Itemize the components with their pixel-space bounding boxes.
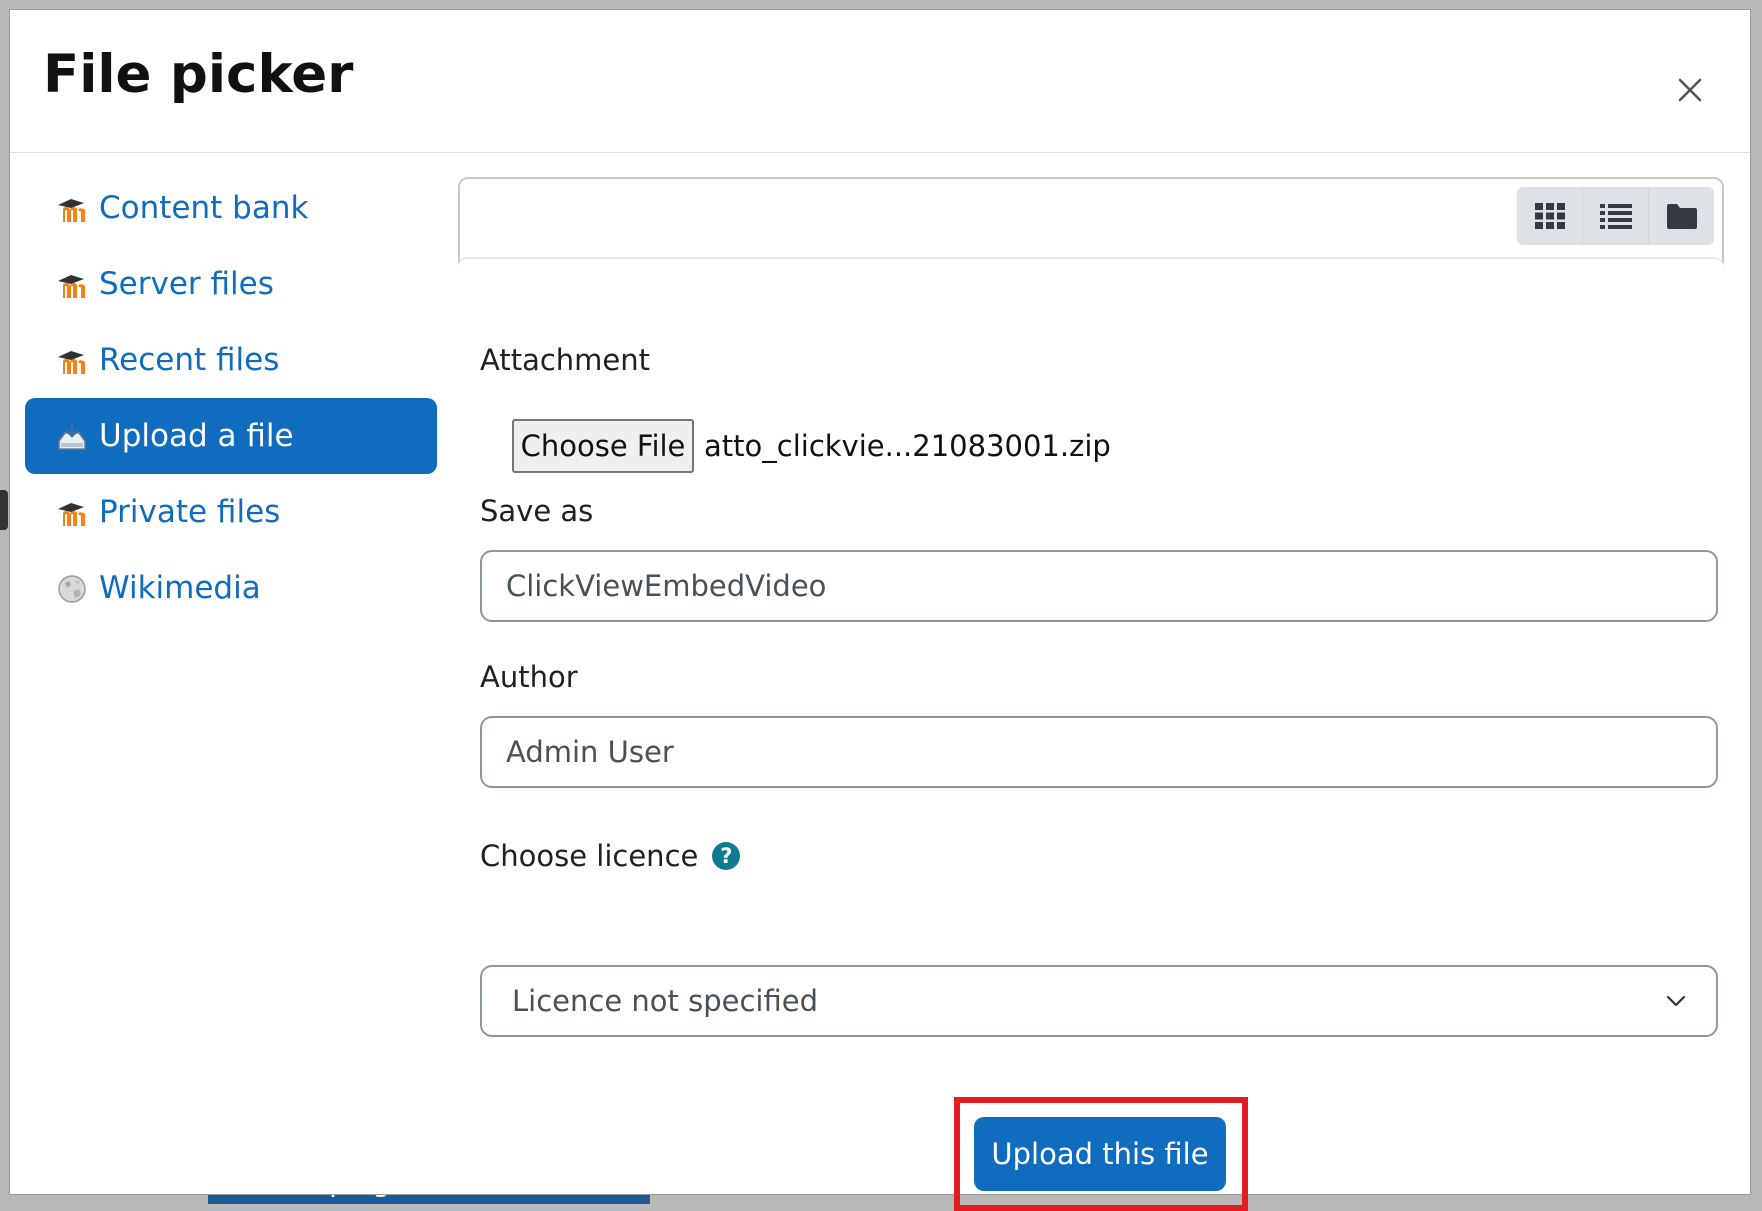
save-as-label: Save as	[480, 494, 594, 528]
upload-icon	[55, 419, 89, 453]
sidebar-item-upload-a-file[interactable]: Upload a file	[25, 398, 437, 474]
file-picker-dialog: File picker Content bank Server files Re…	[9, 9, 1751, 1211]
licence-select[interactable]: Licence not specified	[480, 965, 1718, 1037]
choose-file-button[interactable]: Choose File	[512, 419, 694, 473]
save-as-input[interactable]	[480, 550, 1718, 622]
grid-icon	[1534, 203, 1565, 229]
sidebar-item-server-files[interactable]: Server files	[25, 246, 437, 322]
sidebar-item-label: Server files	[99, 266, 274, 302]
author-label: Author	[480, 660, 578, 694]
dialog-header: File picker	[10, 10, 1750, 153]
chevron-down-icon	[1666, 995, 1686, 1007]
background-page-edge	[0, 490, 8, 530]
moodle-icon	[55, 343, 89, 377]
folder-icon	[1666, 204, 1697, 229]
view-toolbar	[1517, 187, 1714, 245]
globe-icon	[55, 571, 89, 605]
list-icon	[1599, 204, 1632, 229]
moodle-icon	[55, 495, 89, 529]
upload-this-file-button[interactable]: Upload this file	[974, 1117, 1226, 1191]
moodle-icon	[55, 191, 89, 225]
selected-file-name: atto_clickvie...21083001.zip	[704, 429, 1111, 463]
repository-content: Attachment Choose File atto_clickvie...2…	[458, 177, 1724, 1211]
sidebar-item-label: Upload a file	[99, 418, 294, 454]
tree-view-button[interactable]	[1648, 187, 1714, 245]
licence-select-value: Licence not specified	[512, 984, 818, 1018]
icons-view-button[interactable]	[1517, 187, 1582, 245]
close-button[interactable]	[1666, 66, 1714, 114]
sidebar-item-label: Recent files	[99, 342, 280, 378]
licence-label: Choose licence	[480, 839, 699, 873]
repository-sidebar: Content bank Server files Recent files U…	[25, 170, 437, 626]
author-input[interactable]	[480, 716, 1718, 788]
list-view-button[interactable]	[1582, 187, 1648, 245]
help-icon[interactable]: ?	[712, 842, 741, 870]
licence-label-row: Choose licence?	[480, 839, 741, 873]
sidebar-item-label: Private files	[99, 494, 281, 530]
attachment-label: Attachment	[480, 343, 651, 377]
sidebar-item-private-files[interactable]: Private files	[25, 474, 437, 550]
upload-form: Attachment Choose File atto_clickvie...2…	[458, 257, 1724, 1211]
sidebar-item-recent-files[interactable]: Recent files	[25, 322, 437, 398]
sidebar-item-label: Content bank	[99, 190, 309, 226]
sidebar-item-label: Wikimedia	[99, 570, 261, 606]
sidebar-item-wikimedia[interactable]: Wikimedia	[25, 550, 437, 626]
sidebar-item-content-bank[interactable]: Content bank	[25, 170, 437, 246]
close-icon	[1678, 78, 1702, 102]
dialog-title: File picker	[43, 44, 354, 105]
moodle-icon	[55, 267, 89, 301]
